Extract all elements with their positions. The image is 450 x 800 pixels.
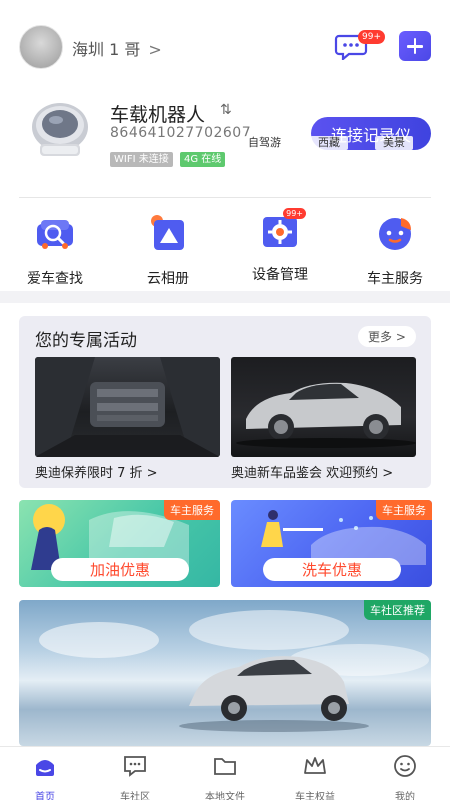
nav-label: 我的: [395, 792, 415, 800]
feature-grid: 爱车查找 云相册 99+ 设备管理 车主服务: [0, 208, 450, 288]
nav-owner-benefits[interactable]: 车主权益: [270, 753, 360, 800]
section-separator: [0, 291, 450, 303]
chevron-right-icon: >: [378, 466, 394, 481]
feature-label: 云相册: [147, 271, 189, 287]
cloud-album-icon: [151, 215, 184, 250]
activity-image-engine[interactable]: [35, 357, 220, 457]
car-search-icon: [37, 220, 73, 249]
nav-label: 车社区: [120, 792, 150, 800]
feature-label: 设备管理: [252, 267, 308, 283]
device-name: 车载机器人: [110, 104, 206, 126]
avatar[interactable]: [19, 25, 63, 69]
feature-label: 爱车查找: [27, 271, 83, 287]
nav-label: 本地文件: [205, 792, 245, 800]
chevron-right-icon: >: [148, 40, 162, 59]
fuel-discount-button[interactable]: 加油优惠: [51, 558, 189, 581]
username-label: 海圳 1 哥: [72, 40, 141, 59]
profile-icon: [394, 755, 416, 777]
activities-title: 您的专属活动: [35, 331, 137, 351]
more-button[interactable]: 更多 >: [358, 326, 416, 347]
device-badge: 99+: [283, 208, 306, 219]
activities-section: 您的专属活动 更多 > 奥迪保养限时 7 折 > 奥迪新车品鉴会 欢迎预约 >: [19, 316, 431, 488]
activity-caption-text: 奥迪保养限时 7 折: [35, 466, 143, 481]
chip-road-trip[interactable]: 自驾游: [240, 136, 289, 150]
nav-community[interactable]: 车社区: [90, 753, 180, 800]
feature-label: 车主服务: [367, 271, 423, 287]
chevron-right-icon: >: [142, 466, 158, 481]
chip-scenery[interactable]: 美景: [375, 136, 413, 150]
chip-tibet[interactable]: 西藏: [310, 136, 348, 150]
activity-image-car[interactable]: [231, 357, 416, 457]
add-button[interactable]: [399, 31, 431, 61]
promo-card-wash[interactable]: 车主服务 洗车优惠: [231, 500, 432, 587]
home-icon: [36, 760, 54, 776]
promo-tag: 车主服务: [164, 500, 220, 520]
car-photo: [236, 382, 416, 448]
divider: [19, 197, 431, 198]
more-label: 更多: [368, 330, 393, 344]
signal-icon: ⇅: [220, 102, 232, 118]
chevron-right-icon: >: [392, 329, 406, 344]
feature-cloud-album[interactable]: 云相册: [123, 208, 213, 288]
suv-photo: [39, 610, 429, 732]
message-badge: 99+: [358, 30, 385, 44]
engine-photo: [35, 357, 220, 457]
community-tag: 车社区推荐: [364, 600, 431, 620]
promo-card-fuel[interactable]: 车主服务 加油优惠: [19, 500, 220, 587]
nav-profile[interactable]: 我的: [360, 753, 450, 800]
owner-service-icon: [379, 218, 411, 250]
feature-owner-service[interactable]: 车主服务: [350, 208, 440, 288]
feature-device-management[interactable]: 99+ 设备管理: [235, 208, 325, 284]
community-icon: [124, 756, 146, 777]
nav-label: 车主权益: [295, 792, 335, 800]
feature-car-search[interactable]: 爱车查找: [10, 208, 100, 288]
crown-icon: [304, 757, 326, 774]
robot-device-image: [32, 103, 88, 156]
wifi-status-badge: WIFI 未连接: [110, 152, 173, 167]
activity-caption[interactable]: 奥迪保养限时 7 折 >: [35, 462, 158, 481]
nav-label: 首页: [35, 792, 55, 800]
username-link[interactable]: 海圳 1 哥 >: [72, 36, 162, 60]
activity-caption-text: 奥迪新车品鉴会 欢迎预约: [231, 466, 379, 481]
nav-local-files[interactable]: 本地文件: [180, 753, 270, 800]
network-status-badge: 4G 在线: [180, 152, 226, 167]
header: 海圳 1 哥 > 99+: [0, 0, 450, 95]
bottom-navigation: 首页 车社区 本地文件 车主权益 我的: [0, 746, 450, 800]
promo-tag: 车主服务: [376, 500, 432, 520]
community-banner[interactable]: 车社区推荐: [19, 600, 431, 746]
car-wash-discount-button[interactable]: 洗车优惠: [263, 558, 401, 581]
device-id: 864641027702607: [110, 125, 252, 141]
folder-icon: [214, 758, 236, 775]
nav-home[interactable]: 首页: [0, 753, 90, 800]
activity-caption[interactable]: 奥迪新车品鉴会 欢迎预约 >: [231, 462, 393, 481]
